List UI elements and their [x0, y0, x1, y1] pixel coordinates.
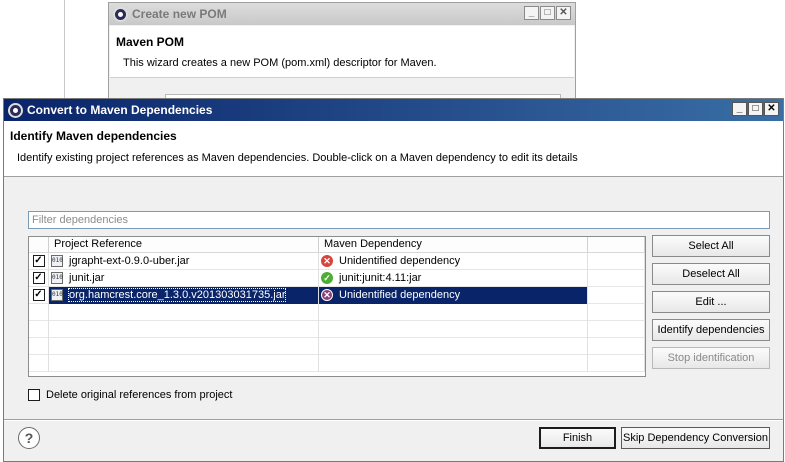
project-reference: junit.jar [69, 272, 105, 284]
minimize-icon: _ [524, 6, 539, 20]
footer-separator [4, 419, 783, 421]
table-row[interactable]: ✓ org.hamcrest.core_1.3.0.v201303031735.… [29, 286, 645, 304]
help-icon[interactable]: ? [18, 427, 40, 449]
background-titlebar: Create new POM _ □ ✕ [109, 3, 575, 25]
dialog-banner: Identify Maven dependencies Identify exi… [4, 121, 783, 177]
table-row[interactable]: ✓ junit.jar ✓ junit:junit:4.11:jar [29, 269, 645, 287]
maven-dependency[interactable]: Unidentified dependency [339, 289, 460, 301]
background-divider [64, 0, 65, 100]
background-heading: Maven POM [116, 35, 185, 49]
row-checkbox[interactable]: ✓ [32, 272, 45, 284]
background-window-controls: _ □ ✕ [524, 6, 571, 20]
delete-references-option[interactable]: Delete original references from project [28, 389, 232, 401]
table-row-empty [29, 337, 645, 355]
check-icon: ✓ [321, 272, 333, 284]
table-header: Project Reference Maven Dependency [29, 237, 645, 253]
eclipse-icon [8, 102, 23, 118]
minimize-icon[interactable]: _ [732, 102, 747, 116]
project-reference: org.hamcrest.core_1.3.0.v201303031735.ja… [67, 288, 287, 302]
column-header-filler [588, 237, 645, 252]
stop-identification-button[interactable]: Stop identification [652, 347, 770, 369]
select-all-button[interactable]: Select All [652, 235, 770, 257]
jar-icon [51, 272, 63, 284]
table-row-empty [29, 320, 645, 338]
jar-icon [51, 289, 63, 301]
dialog-titlebar[interactable]: Convert to Maven Dependencies _ □ ✕ [4, 99, 783, 121]
background-dialog: Create new POM _ □ ✕ Maven POM This wiza… [108, 2, 576, 102]
deselect-all-button[interactable]: Deselect All [652, 263, 770, 285]
maximize-icon[interactable]: □ [748, 102, 763, 116]
background-dialog-title: Create new POM [132, 7, 227, 21]
eclipse-icon [113, 6, 128, 22]
delete-references-label: Delete original references from project [46, 389, 233, 401]
project-reference: jgrapht-ext-0.9.0-uber.jar [69, 255, 190, 267]
checkbox-column-header[interactable] [29, 237, 49, 252]
dialog-description: Identify existing project references as … [17, 152, 578, 164]
error-icon: ✕ [321, 289, 333, 301]
dialog-title: Convert to Maven Dependencies [27, 103, 213, 117]
table-row-empty [29, 354, 645, 372]
filter-input[interactable] [28, 211, 770, 229]
maven-dependency[interactable]: junit:junit:4.11:jar [339, 272, 421, 284]
edit-button[interactable]: Edit ... [652, 291, 770, 313]
jar-icon [51, 255, 63, 267]
dialog-heading: Identify Maven dependencies [10, 129, 177, 143]
convert-dialog: Convert to Maven Dependencies _ □ ✕ Iden… [3, 98, 784, 462]
row-checkbox[interactable]: ✓ [32, 255, 45, 267]
window-controls: _ □ ✕ [732, 102, 779, 116]
identify-dependencies-button[interactable]: Identify dependencies [652, 319, 770, 341]
skip-conversion-button[interactable]: Skip Dependency Conversion [621, 427, 770, 449]
delete-references-checkbox[interactable] [28, 389, 40, 401]
column-header-dependency[interactable]: Maven Dependency [319, 237, 588, 252]
row-checkbox[interactable]: ✓ [32, 289, 45, 301]
background-banner: Maven POM This wizard creates a new POM … [110, 26, 574, 78]
dependencies-table: Project Reference Maven Dependency ✓ jgr… [28, 236, 646, 377]
table-row[interactable]: ✓ jgrapht-ext-0.9.0-uber.jar ✕ Unidentifi… [29, 252, 645, 270]
maven-dependency[interactable]: Unidentified dependency [339, 255, 460, 267]
finish-button[interactable]: Finish [539, 427, 616, 449]
table-row-empty [29, 303, 645, 321]
maximize-icon: □ [540, 6, 555, 20]
background-description: This wizard creates a new POM (pom.xml) … [123, 57, 437, 69]
close-icon[interactable]: ✕ [764, 102, 779, 116]
close-icon: ✕ [556, 6, 571, 20]
error-icon: ✕ [321, 255, 333, 267]
column-header-reference[interactable]: Project Reference [49, 237, 319, 252]
